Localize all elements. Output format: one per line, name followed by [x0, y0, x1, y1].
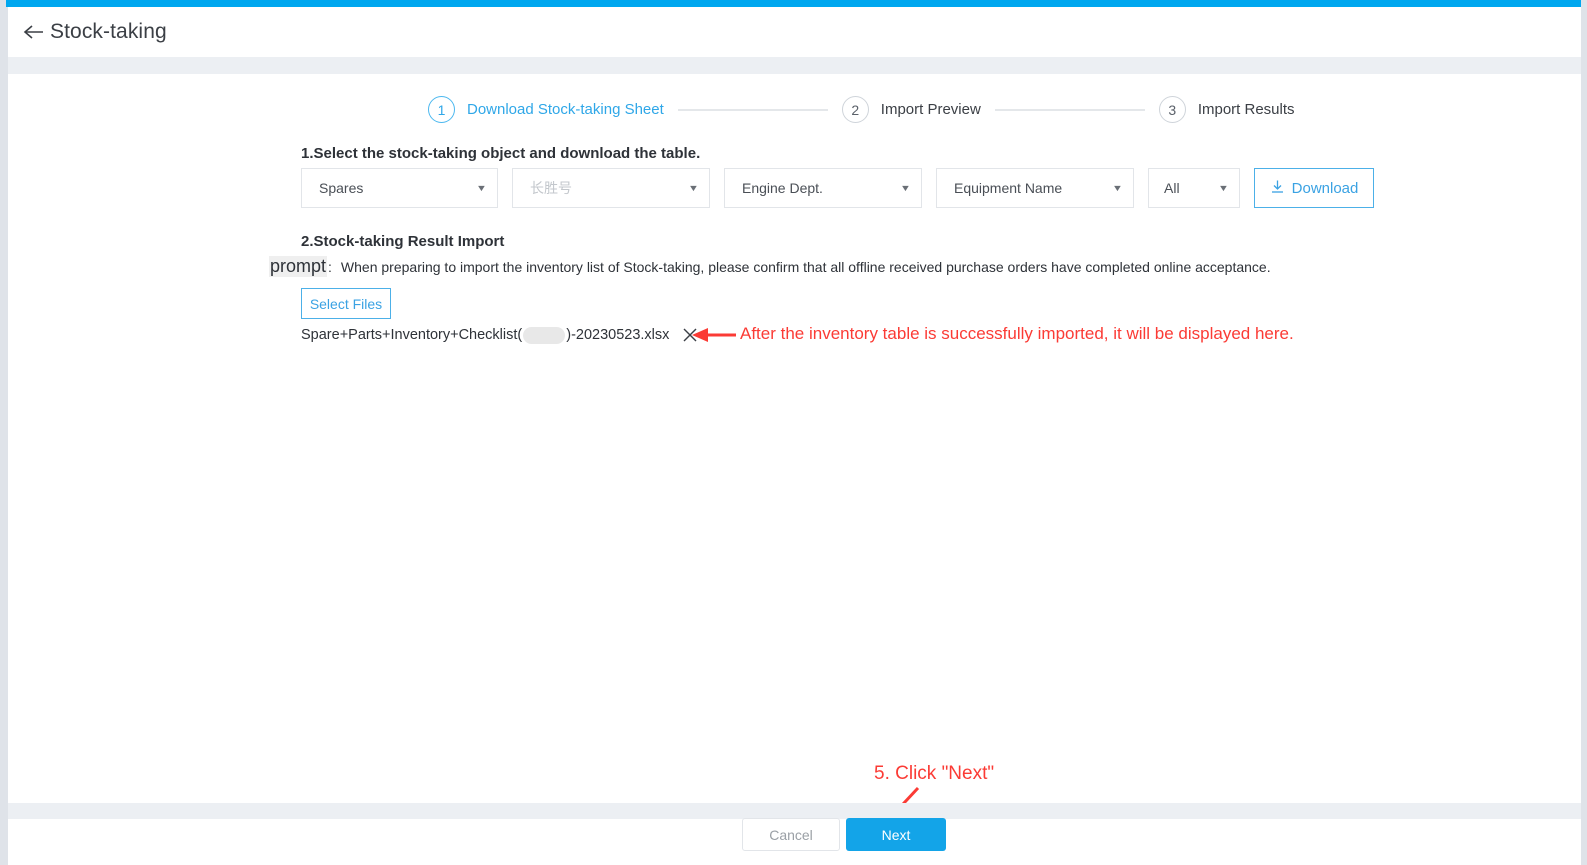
cancel-button[interactable]: Cancel — [742, 818, 840, 851]
annotation-text-next: 5. Click "Next" — [874, 763, 995, 784]
step-2-number: 2 — [841, 96, 869, 123]
step-2-label: Import Preview — [880, 101, 981, 118]
prompt-row: prompt : When preparing to import the in… — [269, 256, 1271, 277]
chevron-down-icon: ▼ — [475, 182, 488, 193]
import-stepper: 1 Download Stock-taking Sheet 2 Import P… — [428, 96, 1295, 123]
select-scope-value: All — [1164, 180, 1180, 196]
select-stock-type-value: Spares — [319, 180, 364, 196]
file-name-suffix: )-20230523.xlsx — [566, 327, 670, 343]
step-3[interactable]: 3 Import Results — [1158, 96, 1295, 123]
page-header: Stock-taking — [8, 7, 1581, 57]
file-name-prefix: Spare+Parts+Inventory+Checklist( — [301, 327, 523, 343]
top-accent-bar — [6, 0, 1581, 7]
step-connector-2 — [994, 108, 1145, 111]
chevron-down-icon: ▼ — [1111, 182, 1124, 193]
prompt-label: prompt — [269, 256, 328, 277]
chevron-down-icon: ▼ — [687, 182, 700, 193]
download-icon — [1270, 179, 1285, 198]
prompt-text: When preparing to import the inventory l… — [340, 259, 1271, 275]
step-2[interactable]: 2 Import Preview — [841, 96, 981, 123]
annotation-text-file: After the inventory table is successfull… — [740, 324, 1294, 343]
annotation-arrow-file — [692, 327, 736, 343]
next-button[interactable]: Next — [846, 818, 946, 851]
footer-separator-band — [8, 803, 1581, 819]
header-separator-band — [8, 57, 1581, 74]
select-stock-type[interactable]: Spares ▼ — [301, 168, 498, 208]
section-2-title: 2.Stock-taking Result Import — [301, 233, 505, 250]
back-arrow-icon[interactable] — [22, 21, 44, 43]
redacted-text-block — [523, 326, 566, 344]
select-vessel[interactable]: 长胜号 ▼ — [512, 168, 710, 208]
uploaded-file-name: Spare+Parts+Inventory+Checklist( )-20230… — [301, 326, 670, 344]
section-1-title: 1.Select the stock-taking object and dow… — [301, 145, 701, 162]
stock-taking-page: Stock-taking 1 Download Stock-taking She… — [0, 0, 1587, 865]
uploaded-file-row: Spare+Parts+Inventory+Checklist( )-20230… — [301, 326, 699, 344]
download-button-label: Download — [1291, 179, 1359, 197]
select-department[interactable]: Engine Dept. ▼ — [724, 168, 922, 208]
step-connector-1 — [677, 108, 828, 111]
select-scope[interactable]: All ▼ — [1148, 168, 1240, 208]
filter-row: Spares ▼ 长胜号 ▼ Engine Dept. ▼ Equipment … — [301, 168, 1374, 208]
select-vessel-value: 长胜号 — [530, 180, 572, 196]
download-button[interactable]: Download — [1254, 168, 1374, 208]
step-3-number: 3 — [1158, 96, 1186, 123]
select-files-button[interactable]: Select Files — [301, 288, 391, 319]
step-1-number: 1 — [428, 96, 455, 123]
chevron-down-icon: ▼ — [1217, 182, 1230, 193]
prompt-colon: : — [328, 259, 332, 275]
select-equipment-name-value: Equipment Name — [954, 180, 1063, 196]
step-1[interactable]: 1 Download Stock-taking Sheet — [428, 96, 664, 123]
page-title: Stock-taking — [50, 20, 167, 43]
select-department-value: Engine Dept. — [742, 180, 823, 196]
step-1-label: Download Stock-taking Sheet — [467, 101, 664, 118]
step-3-label: Import Results — [1197, 101, 1295, 118]
chevron-down-icon: ▼ — [899, 182, 912, 193]
footer-actions: Cancel Next — [742, 818, 946, 851]
select-equipment-name[interactable]: Equipment Name ▼ — [936, 168, 1134, 208]
